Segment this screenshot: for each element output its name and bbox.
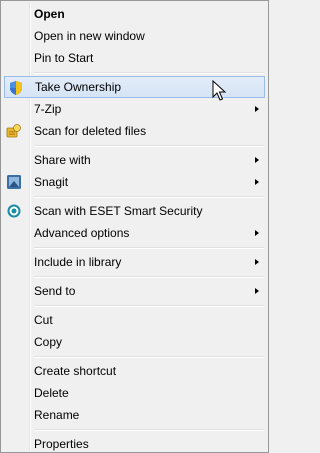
menu-item-create-shortcut[interactable]: Create shortcut (3, 360, 266, 382)
menu-separator (3, 426, 266, 433)
menu-item-advanced-options[interactable]: Advanced options (3, 222, 266, 244)
menu-item-label: Pin to Start (34, 51, 94, 65)
menu-item-snagit[interactable]: Snagit (3, 171, 266, 193)
menu-item-label: 7-Zip (34, 102, 62, 116)
mouse-cursor-icon (212, 80, 226, 101)
menu-item-open-in-new-window[interactable]: Open in new window (3, 25, 266, 47)
menu-item-include-in-library[interactable]: Include in library (3, 251, 266, 273)
uac-shield-icon (10, 81, 22, 95)
menu-separator (3, 193, 266, 200)
menu-separator (3, 273, 266, 280)
recovery-icon (6, 124, 21, 138)
menu-item-copy[interactable]: Copy (3, 331, 266, 353)
menu-separator (3, 244, 266, 251)
submenu-arrow-icon (255, 259, 259, 265)
snagit-icon (7, 175, 21, 189)
submenu-arrow-icon (255, 230, 259, 236)
menu-item-label: Cut (34, 313, 53, 327)
menu-item-cut[interactable]: Cut (3, 309, 266, 331)
menu-separator (3, 302, 266, 309)
menu-item-label: Properties (34, 437, 89, 451)
menu-item-label: Scan for deleted files (34, 124, 147, 138)
menu-separator (3, 353, 266, 360)
menu-item-label: Share with (34, 153, 91, 167)
menu-item-label: Scan with ESET Smart Security (34, 204, 203, 218)
menu-item-pin-to-start[interactable]: Pin to Start (3, 47, 266, 69)
menu-item-label: Advanced options (34, 226, 130, 240)
submenu-arrow-icon (255, 288, 259, 294)
menu-item-7zip[interactable]: 7-Zip (3, 98, 266, 120)
eset-icon (7, 204, 21, 218)
menu-item-delete[interactable]: Delete (3, 382, 266, 404)
menu-item-label: Snagit (34, 175, 69, 189)
menu-item-label: Copy (34, 335, 63, 349)
submenu-arrow-icon (255, 106, 259, 112)
menu-separator (3, 69, 266, 76)
menu-item-scan-with-eset[interactable]: Scan with ESET Smart Security (3, 200, 266, 222)
menu-item-send-to[interactable]: Send to (3, 280, 266, 302)
menu-item-label: Include in library (34, 255, 122, 269)
menu-item-label: Delete (34, 386, 69, 400)
context-menu: Open Open in new window Pin to Start Tak… (0, 0, 269, 453)
menu-item-open[interactable]: Open (3, 3, 266, 25)
menu-item-label: Rename (34, 408, 80, 422)
submenu-arrow-icon (255, 179, 259, 185)
menu-item-share-with[interactable]: Share with (3, 149, 266, 171)
menu-item-scan-for-deleted-files[interactable]: Scan for deleted files (3, 120, 266, 142)
menu-item-label: Send to (34, 284, 76, 298)
menu-item-properties[interactable]: Properties (3, 433, 266, 453)
menu-item-label: Open (34, 7, 65, 21)
menu-item-label: Take Ownership (35, 80, 122, 94)
submenu-arrow-icon (255, 157, 259, 163)
menu-item-label: Create shortcut (34, 364, 117, 378)
menu-separator (3, 142, 266, 149)
menu-item-rename[interactable]: Rename (3, 404, 266, 426)
menu-item-label: Open in new window (34, 29, 145, 43)
